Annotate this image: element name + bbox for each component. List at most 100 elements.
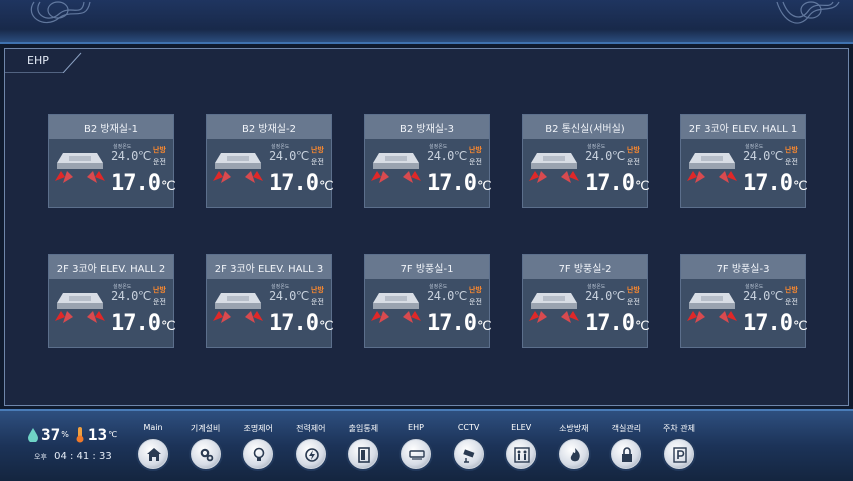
nav-item[interactable]: 소방방재 <box>547 423 601 479</box>
clock-ampm: 오후 <box>34 453 47 461</box>
current-temp-unit: ℃ <box>160 179 176 194</box>
mode-badge: 난방 <box>785 286 798 294</box>
unit-card[interactable]: 2F 3코아 ELEV. HALL 3 설정온도 24.0℃ 난방 운전 17.… <box>206 254 334 348</box>
nav-button[interactable] <box>506 439 537 469</box>
mode-badge: 난방 <box>785 146 798 154</box>
gears-icon <box>200 448 213 462</box>
temperature-value: 13 <box>87 425 108 444</box>
unit-card[interactable]: 7F 방풍실-3 설정온도 24.0℃ 난방 운전 17.0℃ <box>680 254 808 348</box>
current-temp: 17.0℃ <box>585 311 650 336</box>
footer-bar: 37 % 13 ℃ 오후 04 : 41 : 33 Main 기계설비 조명제어… <box>0 409 853 481</box>
elevator-icon <box>514 447 530 463</box>
current-temp: 17.0℃ <box>743 171 808 196</box>
nav-item[interactable]: 전력제어 <box>284 423 338 479</box>
unit-card-body: 설정온도 24.0℃ 난방 운전 17.0℃ <box>49 139 176 207</box>
nav-button[interactable] <box>138 439 168 469</box>
current-temp-unit: ℃ <box>160 319 176 334</box>
aircon-icon <box>685 147 739 191</box>
unit-card[interactable]: B2 방재실-2 설정온도 24.0℃ 난방 운전 17.0℃ <box>206 114 334 208</box>
unit-card[interactable]: 2F 3코아 ELEV. HALL 2 설정온도 24.0℃ 난방 운전 17.… <box>48 254 176 348</box>
mode-badge: 난방 <box>627 286 640 294</box>
unit-card-body: 설정온도 24.0℃ 난방 운전 17.0℃ <box>207 279 334 347</box>
nav-item[interactable]: CCTV <box>442 423 496 479</box>
unit-card[interactable]: B2 통신실(서버실) 설정온도 24.0℃ 난방 운전 17.0℃ <box>522 114 650 208</box>
aircon-icon <box>685 287 739 331</box>
unit-card-body: 설정온도 24.0℃ 난방 운전 17.0℃ <box>207 139 334 207</box>
nav-button[interactable] <box>558 439 589 469</box>
current-temp-unit: ℃ <box>476 179 492 194</box>
decorative-swirl-icon <box>30 1 91 24</box>
nav-item[interactable]: EHP <box>389 423 443 479</box>
current-temp-value: 17.0 <box>111 311 161 336</box>
aircon-icon <box>211 147 265 191</box>
unit-card[interactable]: B2 방재실-1 설정온도 24.0℃ 난방 운전 17.0℃ <box>48 114 176 208</box>
nav-item[interactable]: 조명제어 <box>231 423 285 479</box>
nav-label: ELEV <box>511 423 532 432</box>
nav-button[interactable] <box>401 439 431 469</box>
unit-name: B2 통신실(서버실) <box>523 115 647 139</box>
current-temp: 17.0℃ <box>585 171 650 196</box>
ehp-panel: EHP B2 방재실-1 설정온도 24.0℃ 난방 운전 17.0℃ B2 방… <box>4 48 849 406</box>
current-temp: 17.0℃ <box>743 311 808 336</box>
app-root: EHP B2 방재실-1 설정온도 24.0℃ 난방 운전 17.0℃ B2 방… <box>0 0 853 481</box>
humidity-value: 37 <box>41 425 61 444</box>
nav-button[interactable] <box>190 439 221 469</box>
current-temp: 17.0℃ <box>111 311 176 336</box>
camera-icon <box>462 449 474 463</box>
nav-label: Main <box>143 423 163 432</box>
nav-item[interactable]: Main <box>126 423 180 479</box>
unit-card[interactable]: 7F 방풍실-1 설정온도 24.0℃ 난방 운전 17.0℃ <box>364 254 492 348</box>
unit-card-body: 설정온도 24.0℃ 난방 운전 17.0℃ <box>523 279 650 347</box>
current-temp-unit: ℃ <box>792 179 808 194</box>
aircon-icon <box>211 287 265 331</box>
current-temp: 17.0℃ <box>269 171 334 196</box>
unit-card[interactable]: B2 방재실-3 설정온도 24.0℃ 난방 운전 17.0℃ <box>364 114 492 208</box>
nav-button[interactable] <box>664 439 694 469</box>
current-temp: 17.0℃ <box>427 311 492 336</box>
nav-item[interactable]: 출입통제 <box>336 423 390 479</box>
run-status: 운전 <box>785 298 798 306</box>
nav-button[interactable] <box>243 439 274 469</box>
unit-name: B2 방재실-2 <box>207 115 331 139</box>
power-icon <box>304 448 319 462</box>
nav-item[interactable]: ELEV <box>494 423 548 479</box>
unit-card-body: 설정온도 24.0℃ 난방 운전 17.0℃ <box>365 139 492 207</box>
unit-name: B2 방재실-3 <box>365 115 489 139</box>
nav-item[interactable]: 객실관리 <box>599 423 653 479</box>
nav-button[interactable] <box>611 439 642 469</box>
unit-card[interactable]: 7F 방풍실-2 설정온도 24.0℃ 난방 운전 17.0℃ <box>522 254 650 348</box>
nav-button[interactable] <box>453 439 484 469</box>
current-temp-unit: ℃ <box>634 179 650 194</box>
run-status: 운전 <box>311 158 324 166</box>
unit-card-body: 설정온도 24.0℃ 난방 운전 17.0℃ <box>523 139 650 207</box>
lock-icon <box>622 447 633 462</box>
set-temp-value: 24.0℃ <box>427 149 467 163</box>
mode-badge: 난방 <box>627 146 640 154</box>
nav-item[interactable]: 주차 관제 <box>652 423 706 479</box>
nav-button[interactable] <box>348 439 379 469</box>
set-temp-value: 24.0℃ <box>585 289 625 303</box>
unit-name: 7F 방풍실-1 <box>365 255 489 279</box>
nav-label: 기계설비 <box>190 424 221 433</box>
nav-button[interactable] <box>295 439 326 469</box>
current-temp-unit: ℃ <box>318 319 334 334</box>
header-bar <box>0 0 853 44</box>
panel-tab: EHP <box>5 49 83 73</box>
current-temp: 17.0℃ <box>427 171 492 196</box>
run-status: 운전 <box>153 158 166 166</box>
run-status: 운전 <box>785 158 798 166</box>
mode-badge: 난방 <box>153 286 166 294</box>
nav-label: CCTV <box>457 423 480 432</box>
unit-card[interactable]: 2F 3코아 ELEV. HALL 1 설정온도 24.0℃ 난방 운전 17.… <box>680 114 808 208</box>
current-temp: 17.0℃ <box>269 311 334 336</box>
humidity-icon <box>28 427 38 442</box>
set-temp-value: 24.0℃ <box>743 149 783 163</box>
set-temp-value: 24.0℃ <box>269 289 309 303</box>
fire-icon <box>570 448 580 462</box>
run-status: 운전 <box>311 298 324 306</box>
current-temp-value: 17.0 <box>743 311 793 336</box>
nav-item[interactable]: 기계설비 <box>179 423 233 479</box>
current-temp-value: 17.0 <box>427 311 477 336</box>
current-temp-value: 17.0 <box>585 171 635 196</box>
unit-card-body: 설정온도 24.0℃ 난방 운전 17.0℃ <box>49 279 176 347</box>
